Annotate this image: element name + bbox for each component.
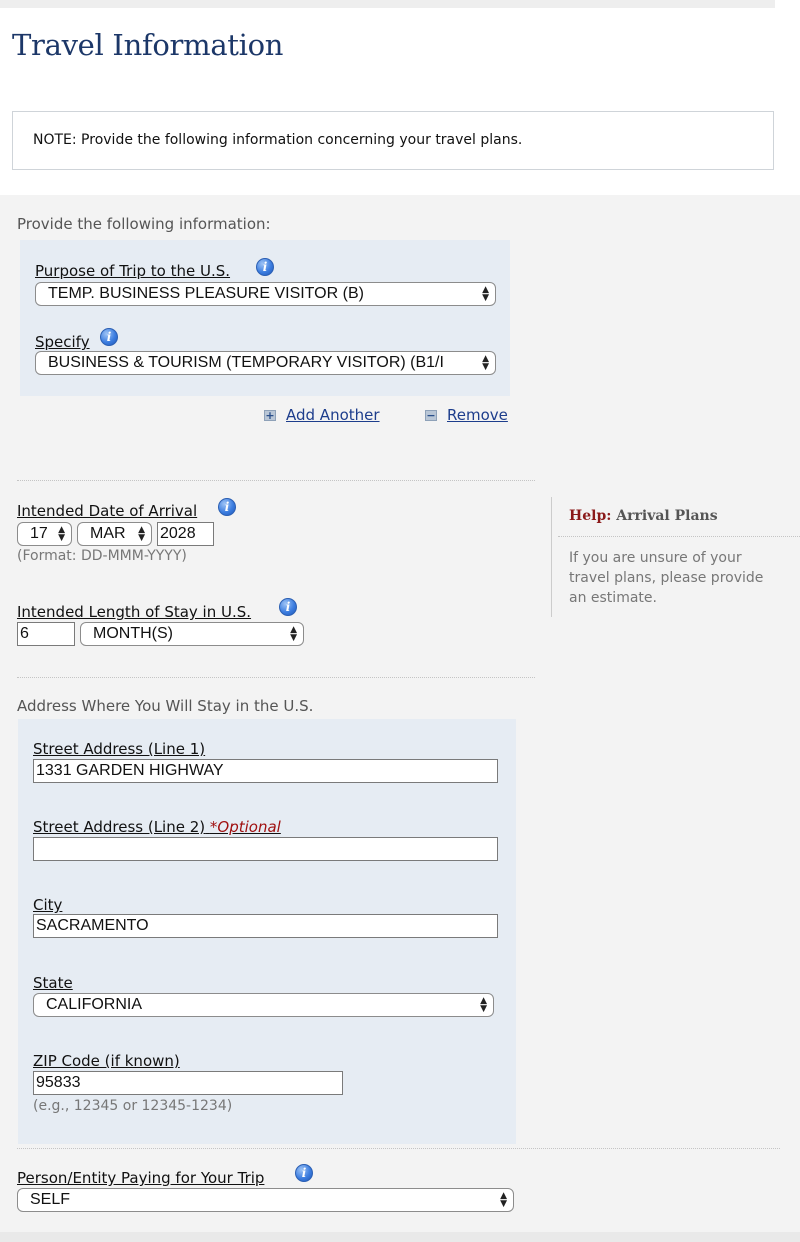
info-icon[interactable]: i (279, 598, 297, 616)
chevron-updown-icon: ▲ ▼ (500, 1191, 507, 1209)
divider (17, 480, 535, 481)
instructions-text: Provide the following information: (17, 215, 271, 233)
state-select[interactable]: CALIFORNIA ▲ ▼ (33, 993, 494, 1017)
city-label: City (33, 896, 63, 914)
help-topic: Arrival Plans (616, 508, 718, 524)
stay-unit-value: MONTH(S) (93, 625, 173, 642)
info-icon[interactable]: i (100, 328, 118, 346)
city-input[interactable]: SACRAMENTO (33, 914, 498, 938)
add-another-link[interactable]: Add Another (286, 406, 380, 424)
street-line2-label-text: Street Address (Line 2) (33, 818, 206, 836)
specify-select-value: BUSINESS & TOURISM (TEMPORARY VISITOR) (… (48, 354, 444, 371)
help-divider-line (558, 536, 800, 537)
page-title: Travel Information (12, 28, 284, 62)
arrival-date-label: Intended Date of Arrival (17, 502, 198, 520)
arrival-year-value: 2028 (160, 525, 196, 542)
minus-icon[interactable]: − (425, 410, 437, 421)
chevron-updown-icon: ▲ ▼ (482, 354, 489, 372)
help-prefix: Help: (569, 508, 612, 524)
state-select-value: CALIFORNIA (46, 996, 143, 1013)
specify-select[interactable]: BUSINESS & TOURISM (TEMPORARY VISITOR) (… (35, 351, 496, 375)
stay-number-input[interactable]: 6 (17, 622, 75, 646)
info-icon[interactable]: i (295, 1164, 313, 1182)
note-box: NOTE: Provide the following information … (12, 111, 774, 170)
chevron-updown-icon: ▲ ▼ (480, 996, 487, 1014)
chevron-updown-icon: ▲ ▼ (482, 285, 489, 303)
street-line1-input[interactable]: 1331 GARDEN HIGHWAY (33, 759, 498, 783)
divider (17, 1148, 780, 1149)
plus-icon[interactable]: + (264, 410, 276, 421)
optional-tag: *Optional (209, 818, 281, 836)
street-line1-value: 1331 GARDEN HIGHWAY (36, 762, 224, 779)
remove-link[interactable]: Remove (447, 406, 508, 424)
purpose-label: Purpose of Trip to the U.S. (35, 262, 231, 280)
street-line1-label: Street Address (Line 1) (33, 740, 206, 758)
help-body: If you are unsure of your travel plans, … (569, 550, 764, 606)
zip-format-hint: (e.g., 12345 or 12345-1234) (33, 1098, 233, 1114)
zip-label: ZIP Code (if known) (33, 1052, 180, 1070)
top-bar (0, 0, 775, 8)
purpose-select[interactable]: TEMP. BUSINESS PLEASURE VISITOR (B) ▲ ▼ (35, 282, 496, 306)
arrival-day-select[interactable]: 17 ▲ ▼ (17, 522, 72, 546)
info-icon[interactable]: i (218, 498, 236, 516)
info-icon[interactable]: i (256, 258, 274, 276)
city-value: SACRAMENTO (36, 917, 149, 934)
arrival-year-input[interactable]: 2028 (157, 522, 214, 546)
payer-label: Person/Entity Paying for Your Trip (17, 1169, 265, 1187)
payer-select[interactable]: SELF ▲ ▼ (17, 1188, 514, 1212)
stay-unit-select[interactable]: MONTH(S) ▲ ▼ (80, 622, 304, 646)
purpose-select-value: TEMP. BUSINESS PLEASURE VISITOR (B) (48, 285, 364, 302)
street-line2-input[interactable] (33, 837, 498, 861)
address-section-label: Address Where You Will Stay in the U.S. (17, 697, 314, 715)
arrival-month-value: MAR (90, 525, 126, 542)
arrival-month-select[interactable]: MAR ▲ ▼ (77, 522, 152, 546)
help-title: Help: Arrival Plans (569, 508, 718, 524)
payer-select-value: SELF (30, 1191, 71, 1208)
date-format-hint: (Format: DD-MMM-YYYY) (17, 548, 187, 564)
chevron-updown-icon: ▲ ▼ (138, 525, 145, 543)
street-line2-label: Street Address (Line 2) *Optional (33, 818, 281, 836)
note-text: NOTE: Provide the following information … (33, 132, 523, 148)
bottom-bar (0, 1232, 800, 1242)
divider (17, 677, 535, 678)
arrival-day-value: 17 (30, 525, 48, 542)
chevron-updown-icon: ▲ ▼ (58, 525, 65, 543)
zip-value: 95833 (36, 1074, 81, 1091)
zip-input[interactable]: 95833 (33, 1071, 343, 1095)
length-of-stay-label: Intended Length of Stay in U.S. (17, 603, 252, 621)
help-divider (551, 497, 552, 617)
stay-number-value: 6 (20, 625, 29, 642)
specify-label: Specify (35, 333, 90, 351)
state-label: State (33, 974, 73, 992)
chevron-updown-icon: ▲ ▼ (290, 625, 297, 643)
